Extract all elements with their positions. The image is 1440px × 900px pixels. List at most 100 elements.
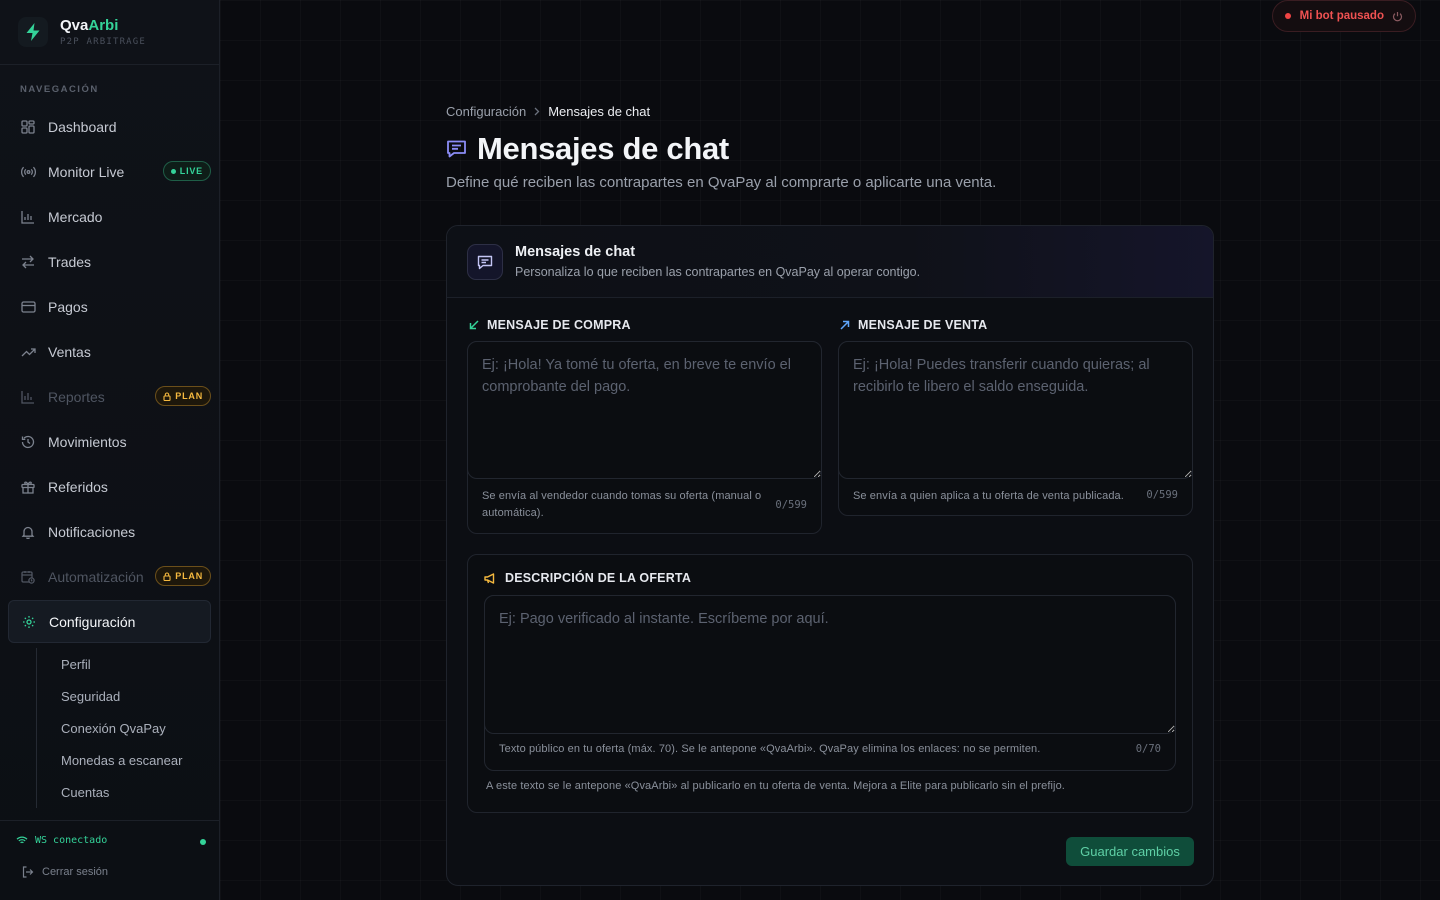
brand-subtitle: P2P ARBITRAGE — [60, 36, 147, 47]
sidebar-item-label: Notificaciones — [48, 523, 136, 540]
sidebar-item-label: Trades — [48, 253, 92, 270]
calendar-clock-icon — [20, 569, 36, 585]
offer-description-note: A este texto se le antepone «QvaArbi» al… — [486, 780, 1065, 792]
sidebar-item-ventas[interactable]: Ventas — [8, 329, 211, 374]
main-content: Mi bot pausado Configuración Mensajes de… — [220, 0, 1440, 900]
sidebar-footer: WS conectado Cerrar sesión — [0, 820, 219, 900]
bot-status-toggle[interactable]: Mi bot pausado — [1271, 0, 1416, 32]
history-icon — [20, 434, 36, 450]
lock-icon — [163, 572, 171, 581]
brand-name: QvaArbi — [60, 16, 119, 34]
bot-status-label: Mi bot pausado — [1299, 10, 1384, 22]
sell-message-count: 0/599 — [1146, 489, 1178, 501]
megaphone-icon — [484, 572, 497, 584]
buy-message-count: 0/599 — [775, 499, 807, 511]
card-title: Mensajes de chat — [515, 244, 636, 260]
subnav-item-monedas[interactable]: Monedas a escanear — [37, 744, 211, 776]
ws-status: WS conectado — [16, 835, 206, 846]
page-title: Mensajes de chat — [446, 131, 729, 167]
live-badge: LIVE — [162, 161, 211, 181]
sidebar-nav: Dashboard Monitor Live LIVE Mercado Trad… — [8, 104, 211, 644]
sidebar-item-label: Pagos — [48, 298, 88, 315]
subnav-item-seguridad[interactable]: Seguridad — [37, 680, 211, 712]
plan-badge: PLAN — [155, 566, 211, 586]
logout-button[interactable]: Cerrar sesión — [22, 866, 108, 878]
offer-description-box: DESCRIPCIÓN DE LA OFERTA Texto público e… — [467, 554, 1193, 813]
broadcast-icon — [20, 164, 36, 180]
bot-status-dot — [1284, 13, 1291, 19]
chat-messages-card: Mensajes de chat Personaliza lo que reci… — [446, 225, 1214, 886]
bar-chart-icon — [20, 389, 36, 405]
brand[interactable]: QvaArbi P2P ARBITRAGE — [0, 0, 219, 65]
sidebar-item-label: Referidos — [48, 478, 108, 495]
buy-message-textarea[interactable] — [467, 341, 822, 479]
logout-icon — [22, 866, 34, 878]
chevron-right-icon — [534, 104, 540, 119]
sell-message-box: Se envía a quien aplica a tu oferta de v… — [838, 341, 1193, 516]
sidebar-item-label: Mercado — [48, 208, 103, 225]
save-button[interactable]: Guardar cambios — [1066, 837, 1194, 866]
message-square-icon — [467, 244, 503, 280]
ws-status-label: WS conectado — [35, 835, 108, 846]
logout-label: Cerrar sesión — [42, 866, 109, 878]
wifi-icon — [16, 836, 28, 845]
offer-description-textarea[interactable] — [484, 595, 1176, 734]
ws-status-dot — [200, 839, 206, 845]
sidebar: QvaArbi P2P ARBITRAGE NAVEGACIÓN Dashboa… — [0, 0, 220, 900]
lightning-icon — [18, 17, 48, 47]
grid-icon — [20, 119, 36, 135]
subnav-item-conexion-qvapay[interactable]: Conexión QvaPay — [37, 712, 211, 744]
settings-subnav: Perfil Seguridad Conexión QvaPay Monedas… — [36, 648, 211, 808]
sidebar-item-label: Movimientos — [48, 433, 127, 450]
message-square-icon — [446, 139, 467, 159]
sidebar-item-label: Monitor Live — [48, 163, 125, 180]
sidebar-item-trades[interactable]: Trades — [8, 239, 211, 284]
arrow-up-right-icon — [840, 320, 850, 330]
power-icon — [1392, 11, 1403, 22]
sidebar-item-dashboard[interactable]: Dashboard — [8, 104, 211, 149]
breadcrumb-parent[interactable]: Configuración — [446, 104, 526, 119]
subnav-item-perfil[interactable]: Perfil — [37, 648, 211, 680]
nav-section-label: NAVEGACIÓN — [20, 84, 99, 95]
sidebar-item-label: Ventas — [48, 343, 91, 360]
trending-up-icon — [20, 344, 36, 360]
sidebar-item-pagos[interactable]: Pagos — [8, 284, 211, 329]
sidebar-item-label: Configuración — [49, 613, 136, 630]
sidebar-item-notificaciones[interactable]: Notificaciones — [8, 509, 211, 554]
sidebar-item-movimientos[interactable]: Movimientos — [8, 419, 211, 464]
sidebar-item-automatizacion[interactable]: Automatización PLAN — [8, 554, 211, 599]
buy-message-hint: Se envía al vendedor cuando tomas su ofe… — [482, 490, 762, 519]
sidebar-item-monitor-live[interactable]: Monitor Live LIVE — [8, 149, 211, 194]
chart-icon — [20, 209, 36, 225]
buy-message-box: Se envía al vendedor cuando tomas su ofe… — [467, 341, 822, 534]
bell-icon — [20, 524, 36, 540]
plan-badge: PLAN — [155, 386, 211, 406]
page-title-text: Mensajes de chat — [477, 131, 729, 166]
gear-icon — [21, 614, 37, 630]
sell-message-hint: Se envía a quien aplica a tu oferta de v… — [853, 490, 1124, 502]
sidebar-item-label: Reportes — [48, 388, 105, 405]
offer-description-hint: Texto público en tu oferta (máx. 70). Se… — [499, 743, 1041, 755]
breadcrumb: Configuración Mensajes de chat — [446, 104, 650, 119]
sidebar-item-mercado[interactable]: Mercado — [8, 194, 211, 239]
page-description: Define qué reciben las contrapartes en Q… — [446, 174, 997, 191]
arrows-swap-icon — [20, 254, 36, 270]
sell-message-textarea[interactable] — [838, 341, 1193, 479]
offer-description-field: Texto público en tu oferta (máx. 70). Se… — [484, 595, 1176, 771]
breadcrumb-current: Mensajes de chat — [548, 104, 651, 119]
arrow-down-left-icon — [469, 320, 479, 330]
offer-description-label: DESCRIPCIÓN DE LA OFERTA — [484, 571, 691, 585]
sidebar-item-configuracion[interactable]: Configuración — [8, 600, 211, 643]
card-header: Mensajes de chat Personaliza lo que reci… — [447, 226, 1213, 298]
buy-message-label: MENSAJE DE COMPRA — [469, 318, 631, 332]
sidebar-item-label: Automatización — [48, 568, 144, 585]
sidebar-item-label: Dashboard — [48, 118, 117, 135]
sell-message-label: MENSAJE DE VENTA — [840, 318, 987, 332]
lock-icon — [163, 392, 171, 401]
card-subtitle: Personaliza lo que reciben las contrapar… — [515, 265, 921, 279]
credit-card-icon — [20, 299, 36, 315]
offer-description-count: 0/70 — [1135, 743, 1161, 755]
sidebar-item-referidos[interactable]: Referidos — [8, 464, 211, 509]
sidebar-item-reportes[interactable]: Reportes PLAN — [8, 374, 211, 419]
subnav-item-cuentas[interactable]: Cuentas — [37, 776, 211, 808]
